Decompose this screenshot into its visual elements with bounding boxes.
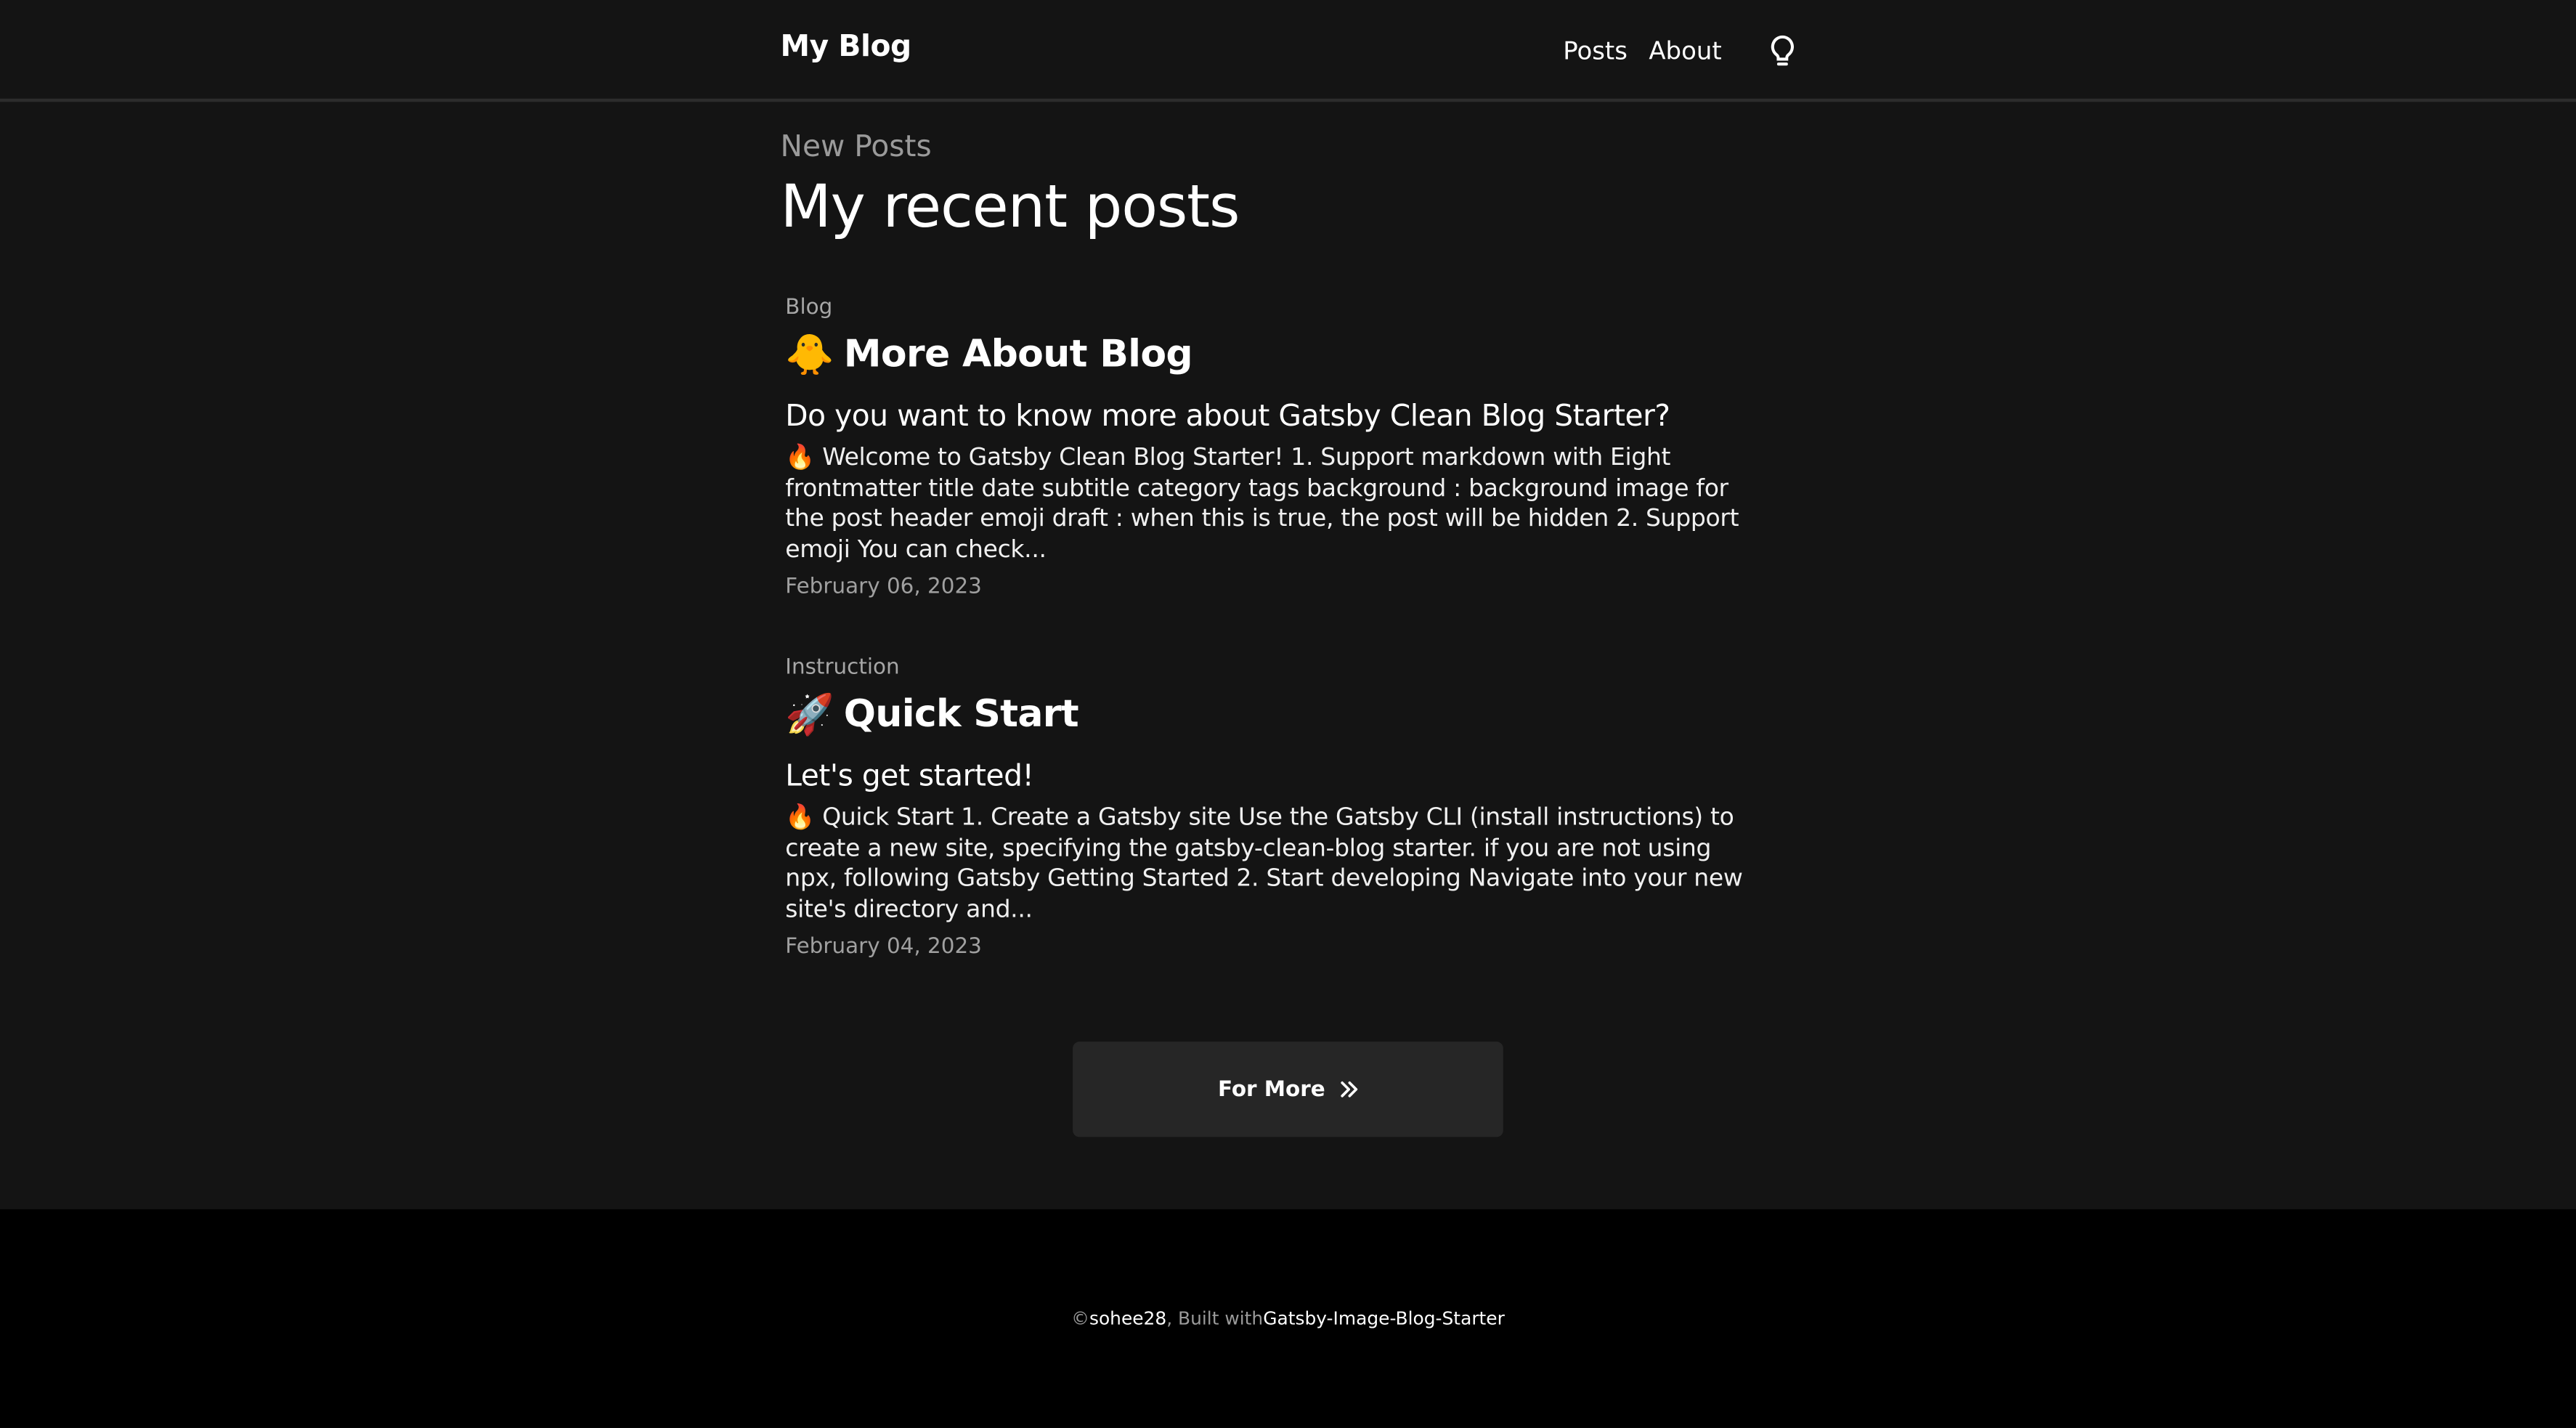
post-category[interactable]: Blog: [785, 296, 1746, 320]
post-excerpt: 🔥 Welcome to Gatsby Clean Blog Starter! …: [785, 443, 1739, 563]
main-nav: Posts About: [1563, 31, 1799, 70]
post-date: February 06, 2023: [785, 575, 982, 600]
post-subtitle: Do you want to know more about Gatsby Cl…: [785, 399, 1670, 434]
for-more-button[interactable]: For More: [1073, 1042, 1503, 1137]
page: My Blog Posts About New Posts My recent …: [0, 0, 2576, 1428]
post-card[interactable]: Blog 🐥 More About Blog Do you want to kn…: [785, 296, 1746, 599]
for-more-label: For More: [1217, 1076, 1325, 1102]
nav-link-about[interactable]: About: [1649, 36, 1721, 66]
page-title: My recent posts: [780, 174, 1240, 242]
footer-copyright-symbol: ©: [1071, 1307, 1089, 1330]
post-subtitle: Let's get started!: [785, 759, 1034, 794]
rocket-emoji-icon: 🚀: [785, 691, 834, 738]
footer-starter-link[interactable]: Gatsby-Image-Blog-Starter: [1263, 1308, 1505, 1329]
site-header: My Blog Posts About: [0, 0, 2576, 102]
post-card[interactable]: Instruction 🚀 Quick Start Let's get star…: [785, 656, 1746, 960]
nav-link-posts[interactable]: Posts: [1563, 36, 1628, 66]
post-date: February 04, 2023: [785, 935, 982, 960]
post-title-text[interactable]: Quick Start: [844, 694, 1079, 737]
footer-author-link[interactable]: sohee28: [1089, 1308, 1166, 1329]
lightbulb-icon: [1771, 35, 1794, 66]
section-eyebrow: New Posts: [780, 129, 932, 165]
theme-toggle-button[interactable]: [1766, 31, 1799, 70]
post-category[interactable]: Instruction: [785, 656, 1746, 681]
post-title-text[interactable]: More About Blog: [844, 333, 1193, 376]
site-footer: © sohee28 , Built with Gatsby-Image-Blog…: [0, 1209, 2576, 1428]
footer-built-with: , Built with: [1166, 1307, 1264, 1330]
double-chevron-right-icon: [1340, 1081, 1357, 1098]
post-title[interactable]: 🚀 Quick Start: [785, 694, 1746, 737]
post-excerpt: 🔥 Quick Start 1. Create a Gatsby site Us…: [785, 803, 1743, 923]
post-title[interactable]: 🐥 More About Blog: [785, 333, 1746, 376]
site-brand[interactable]: My Blog: [780, 30, 911, 65]
chick-emoji-icon: 🐥: [785, 331, 834, 378]
